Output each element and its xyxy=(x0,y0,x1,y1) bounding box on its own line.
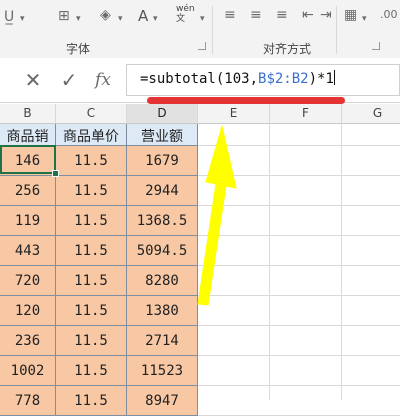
arrow-shape xyxy=(197,125,237,306)
cell-revenue[interactable]: 1380 xyxy=(127,296,198,326)
fill-handle[interactable] xyxy=(52,170,59,177)
cell-sales-volume[interactable]: 720 xyxy=(0,266,56,296)
confirm-button[interactable]: ✓ xyxy=(56,66,82,94)
formula-text: =subtotal(103,B$2:B2)*1 xyxy=(140,70,335,87)
cell-unit-price[interactable]: 11.5 xyxy=(56,266,127,296)
chevron-down-icon[interactable]: ▾ xyxy=(76,12,81,26)
cell-revenue[interactable]: 8280 xyxy=(127,266,198,296)
font-group-label: 字体 xyxy=(66,42,91,56)
table-header-cell[interactable]: 商品单价 xyxy=(56,124,127,146)
cell-revenue[interactable]: 1368.5 xyxy=(127,206,198,236)
alignment-group-label: 对齐方式 xyxy=(263,42,312,56)
cell-unit-price[interactable]: 11.5 xyxy=(56,176,127,206)
cell-revenue[interactable]: 2944 xyxy=(127,176,198,206)
cell-sales-volume[interactable]: 778 xyxy=(0,386,56,416)
cancel-button[interactable]: ✕ xyxy=(20,66,46,94)
cell-sales-volume[interactable]: 1002 xyxy=(0,356,56,386)
cell-unit-price[interactable]: 11.5 xyxy=(56,236,127,266)
cell-revenue[interactable]: 2714 xyxy=(127,326,198,356)
chevron-down-icon[interactable]: ▾ xyxy=(153,12,158,26)
font-color-button[interactable]: A xyxy=(138,7,148,25)
underline-icon[interactable]: U̲ xyxy=(4,10,14,24)
cell-sales-volume[interactable]: 256 xyxy=(0,176,56,206)
align-center-icon[interactable]: ≡ xyxy=(250,8,262,22)
cell-revenue[interactable]: 8947 xyxy=(127,386,198,416)
cell-unit-price[interactable]: 11.5 xyxy=(56,356,127,386)
cell-revenue[interactable]: 1679 xyxy=(127,146,198,176)
chevron-down-icon[interactable]: ▾ xyxy=(118,12,123,26)
cell-unit-price[interactable]: 11.5 xyxy=(56,146,127,176)
cell-unit-price[interactable]: 11.5 xyxy=(56,386,127,416)
gridline xyxy=(269,124,270,400)
increase-indent-icon[interactable]: ⇥ xyxy=(320,8,332,22)
number-format-icon[interactable]: .00 xyxy=(380,8,398,22)
insert-function-button[interactable]: fx xyxy=(90,66,116,94)
column-header-d[interactable]: D xyxy=(127,104,198,124)
column-header-c[interactable]: C xyxy=(56,104,127,124)
formula-suffix: )*1 xyxy=(308,71,334,87)
gridline xyxy=(341,124,342,400)
column-header-e[interactable]: E xyxy=(198,104,270,124)
decrease-indent-icon[interactable]: ⇤ xyxy=(302,8,314,22)
alignment-dialog-launcher[interactable] xyxy=(372,42,380,50)
cell-sales-volume[interactable]: 443 xyxy=(0,236,56,266)
formula-prefix: =subtotal(103, xyxy=(140,71,259,87)
merge-cells-icon[interactable]: ▦ xyxy=(344,8,357,22)
column-header-b[interactable]: B xyxy=(0,104,56,124)
table-header-cell[interactable]: 营业额 xyxy=(127,124,198,146)
ribbon-separator xyxy=(212,6,213,54)
font-dialog-launcher[interactable] xyxy=(198,42,206,50)
align-left-icon[interactable]: ≡ xyxy=(224,8,236,22)
chevron-down-icon[interactable]: ▾ xyxy=(200,12,205,26)
active-cell-selection[interactable] xyxy=(0,145,56,174)
align-right-icon[interactable]: ≡ xyxy=(276,8,288,22)
fill-color-icon[interactable]: ◈ xyxy=(100,8,111,22)
cell-revenue[interactable]: 11523 xyxy=(127,356,198,386)
cell-sales-volume[interactable]: 120 xyxy=(0,296,56,326)
column-header-f[interactable]: F xyxy=(270,104,342,124)
cell-unit-price[interactable]: 11.5 xyxy=(56,206,127,236)
cell-unit-price[interactable]: 11.5 xyxy=(56,326,127,356)
cell-revenue[interactable]: 5094.5 xyxy=(127,236,198,266)
borders-icon[interactable]: ⊞ xyxy=(58,9,70,23)
chevron-down-icon[interactable]: ▾ xyxy=(362,12,367,26)
cell-unit-price[interactable]: 11.5 xyxy=(56,296,127,326)
column-header-g[interactable]: G xyxy=(342,104,400,124)
text-caret xyxy=(333,70,335,85)
phonetic-button[interactable]: wén 文 xyxy=(176,4,195,24)
formula-reference: B$2:B2 xyxy=(258,71,309,87)
red-underline-annotation xyxy=(147,97,345,104)
table-header-cell[interactable]: 商品销量 xyxy=(0,124,56,171)
chevron-down-icon[interactable]: ▾ xyxy=(20,12,25,26)
cell-sales-volume[interactable]: 236 xyxy=(0,326,56,356)
ribbon-separator xyxy=(336,6,337,54)
cell-sales-volume[interactable]: 119 xyxy=(0,206,56,236)
